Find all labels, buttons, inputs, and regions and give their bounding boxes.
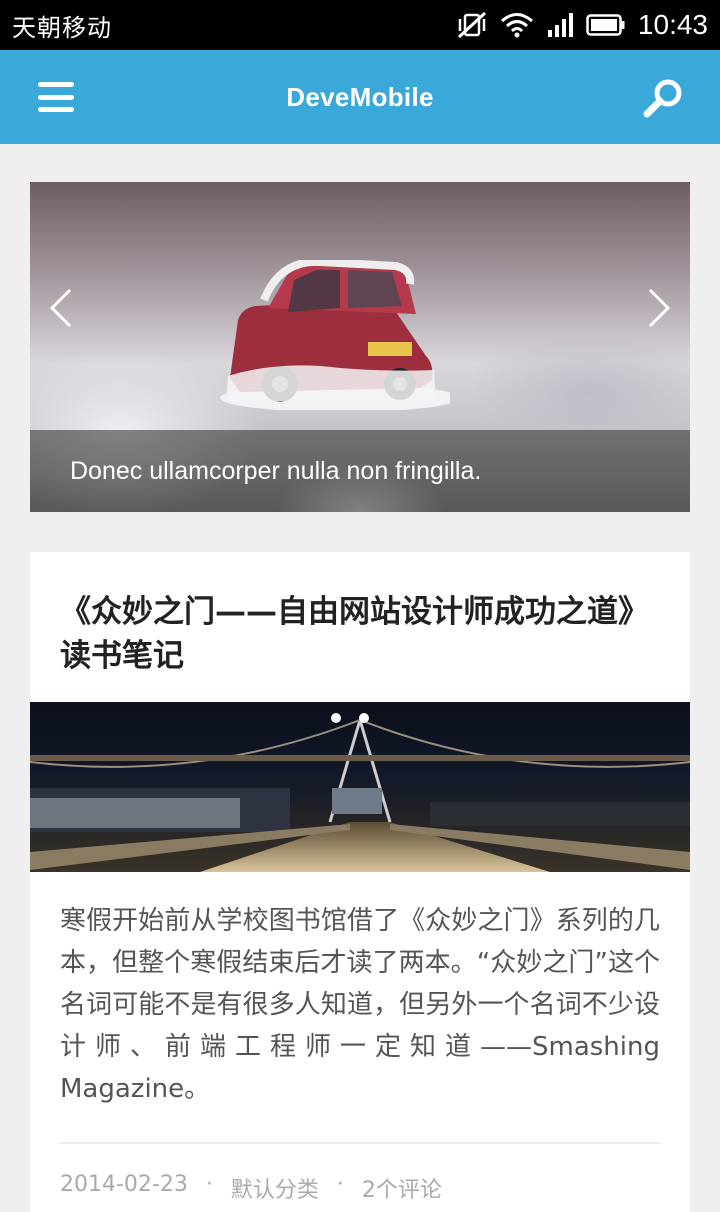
post-date: 2014-02-23 [60,1172,188,1197]
wifi-icon [500,12,534,38]
signal-icon [546,12,574,38]
post-excerpt: 寒假开始前从学校图书馆借了《众妙之门》系列的几本，但整个寒假结束后才读了两本。“… [60,906,660,1104]
status-bar: 天朝移动 10:43 [0,0,720,50]
post-thumbnail[interactable] [30,702,690,872]
meta-separator: · [205,1172,213,1197]
mute-vibrate-icon [456,11,488,39]
post-category[interactable]: 默认分类 [231,1172,319,1204]
post-card: 《众妙之门——自由网站设计师成功之道》读书笔记 寒假开始前从学校图书馆借了《众妙… [30,552,690,1212]
carrier-name: 天朝移动 [12,13,112,42]
app-title: DeveMobile [286,81,434,112]
divider [60,1142,660,1144]
slider-image [220,260,450,410]
featured-slider[interactable]: Donec ullamcorper nulla non fringilla. [30,182,690,512]
search-icon[interactable] [642,76,686,120]
app-bar: DeveMobile [0,50,720,144]
post-meta: 2014-02-23 · 默认分类 · 2个评论 [60,1172,442,1204]
meta-separator: · [336,1172,344,1197]
post-comments[interactable]: 2个评论 [362,1172,442,1204]
slider-caption[interactable]: Donec ullamcorper nulla non fringilla. [30,430,690,512]
chevron-right-icon[interactable] [644,286,674,330]
clock: 10:43 [637,9,708,40]
chevron-left-icon[interactable] [46,286,76,330]
status-icons: 10:43 [456,9,708,41]
hamburger-menu-icon[interactable] [38,80,74,114]
battery-icon [586,13,626,37]
post-title[interactable]: 《众妙之门——自由网站设计师成功之道》读书笔记 [30,552,690,708]
